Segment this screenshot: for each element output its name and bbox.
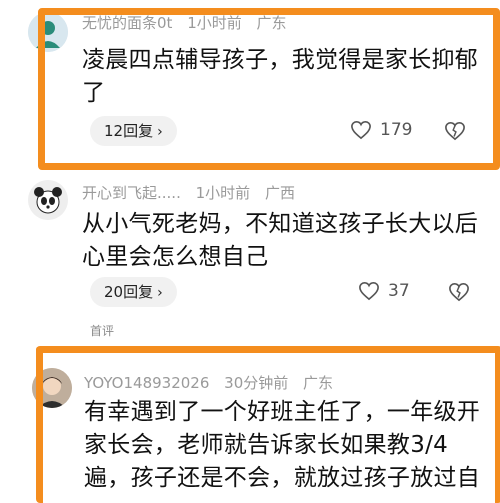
avatar[interactable]: [28, 180, 68, 220]
comment-text-line: 了: [82, 80, 106, 106]
username[interactable]: 无忧的面条0t: [82, 14, 172, 32]
location: 广东: [303, 374, 334, 392]
comment-meta: YOYO148932026 30分钟前 广东: [84, 372, 343, 393]
reply-button[interactable]: 20回复 ›: [90, 277, 177, 307]
reply-button[interactable]: 12回复 ›: [90, 116, 177, 146]
comment-item: YOYO148932026 30分钟前 广东 有幸遇到了一个好班主任了，一年级开…: [0, 348, 500, 491]
comment-item: 开心到飞起..... 1小时前 广西 从小气死老妈，不知道这孩子长大以后 心里会…: [0, 170, 500, 340]
comment-text-line: 从小气死老妈，不知道这孩子长大以后: [82, 211, 479, 237]
comment-text-line: 有幸遇到了一个好班主任了，一年级开: [84, 399, 481, 425]
chevron-right-icon: ›: [157, 285, 163, 301]
comment-item: 无忧的面条0t 1小时前 广东 凌晨四点辅导孩子，我觉得是家长抑郁 了 12回复…: [0, 0, 500, 160]
comment-meta: 开心到飞起..... 1小时前 广西: [82, 182, 305, 203]
dislike-button[interactable]: [444, 121, 466, 145]
location: 广西: [264, 184, 295, 202]
broken-heart-icon: [445, 121, 465, 141]
comment-text: 凌晨四点辅导孩子，我觉得是家长抑郁 了: [82, 44, 482, 110]
comment-text: 有幸遇到了一个好班主任了，一年级开 家长会，老师就告诉家长如果教3/4 遍，孩子…: [84, 396, 496, 495]
comment-meta: 无忧的面条0t 1小时前 广东: [82, 12, 297, 33]
chevron-right-icon: ›: [157, 124, 163, 140]
avatar[interactable]: [32, 368, 72, 408]
comment-text-line: 凌晨四点辅导孩子，我觉得是家长抑郁: [82, 47, 479, 73]
location: 广东: [256, 14, 287, 32]
avatar[interactable]: [28, 12, 68, 52]
comment-text-line: 遍，孩子还是不会，就放过孩子放过自: [84, 465, 481, 491]
comment-text-line: 心里会怎么想自己: [82, 244, 269, 270]
like-count: 37: [388, 281, 410, 301]
timestamp: 30分钟前: [224, 374, 289, 392]
heart-outline-icon: [351, 120, 371, 140]
username[interactable]: YOYO148932026: [84, 374, 209, 392]
dislike-button[interactable]: [448, 282, 470, 306]
like-button[interactable]: 37: [358, 281, 410, 301]
heart-outline-icon: [359, 281, 379, 301]
like-count: 179: [380, 120, 413, 140]
username[interactable]: 开心到飞起.....: [82, 184, 181, 202]
section-label: 首评: [90, 324, 115, 338]
reply-count: 20回复: [104, 283, 154, 301]
reply-count: 12回复: [104, 122, 154, 140]
like-button[interactable]: 179: [350, 120, 412, 140]
comment-text-line: 家长会，老师就告诉家长如果教3/4: [84, 432, 449, 458]
timestamp: 1小时前: [195, 184, 251, 202]
comment-text: 从小气死老妈，不知道这孩子长大以后 心里会怎么想自己: [82, 208, 492, 274]
broken-heart-icon: [449, 282, 469, 302]
timestamp: 1小时前: [187, 14, 242, 32]
